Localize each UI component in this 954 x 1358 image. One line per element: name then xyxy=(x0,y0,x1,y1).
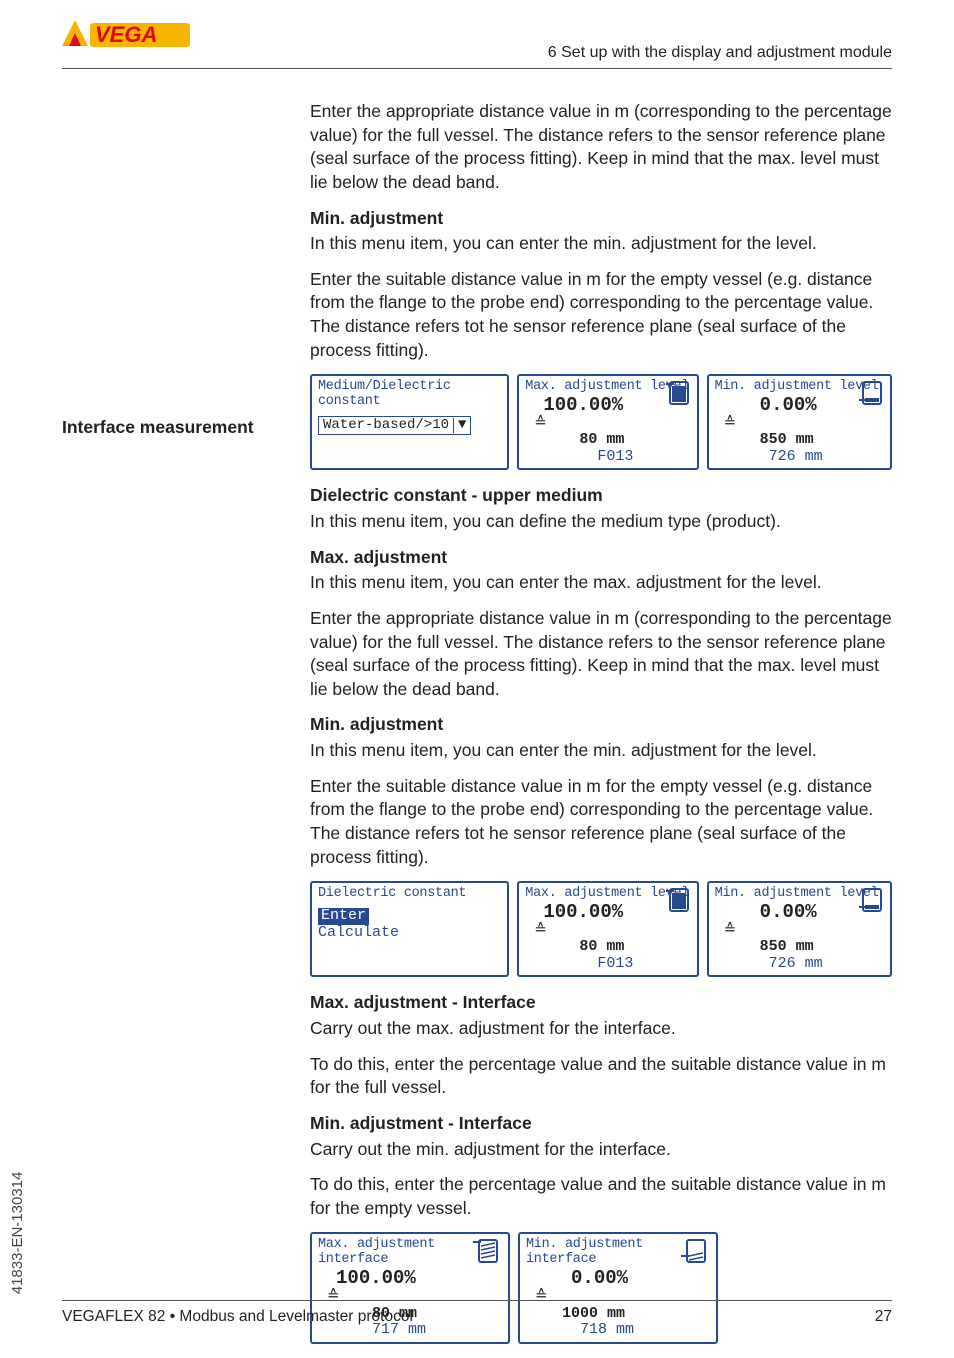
combo-medium[interactable]: Water-based/>10 ▼ xyxy=(318,416,471,435)
lcd-row-a: Medium/Dielectric constant Water-based/>… xyxy=(310,374,892,470)
document-id-vertical: 41833-EN-130314 xyxy=(8,1171,28,1294)
tank-interface-icon xyxy=(681,1236,711,1266)
lcd-alt: 726 mm xyxy=(769,448,823,465)
tank-icon xyxy=(859,885,885,915)
heading-max-interface: Max. adjustment - Interface xyxy=(310,991,892,1015)
lcd-max-level-a: Max. adjustment level 100.00% ≙ 80 mm F0… xyxy=(517,374,698,470)
text-maxif-2: To do this, enter the percentage value a… xyxy=(310,1053,892,1100)
lcd-dielectric-a: Medium/Dielectric constant Water-based/>… xyxy=(310,374,509,470)
footer-page-number: 27 xyxy=(875,1307,892,1328)
chevron-down-icon: ▼ xyxy=(453,418,466,433)
header-section-title: 6 Set up with the display and adjustment… xyxy=(548,42,892,64)
text-minif-1: Carry out the min. adjustment for the in… xyxy=(310,1138,892,1162)
text-maxif-1: Carry out the max. adjustment for the in… xyxy=(310,1017,892,1041)
text-max-b-1: In this menu item, you can enter the max… xyxy=(310,571,892,595)
lcd-max-level-b: Max. adjustment level 100.00% ≙ 80 mm F0… xyxy=(517,881,698,977)
brand-logo: VEGA xyxy=(62,20,192,69)
lcd-title: Medium/Dielectric constant xyxy=(318,380,501,410)
lcd-percent: 100.00% xyxy=(543,902,623,923)
text-min-b-1: In this menu item, you can enter the min… xyxy=(310,739,892,763)
text-dk: In this menu item, you can define the me… xyxy=(310,510,892,534)
tank-interface-icon xyxy=(473,1236,503,1266)
lcd-mm: 850 mm xyxy=(760,938,814,955)
margin-label-interface: Interface measurement xyxy=(62,416,292,440)
tank-icon xyxy=(666,378,692,408)
header-rule xyxy=(62,68,892,69)
heading-min-adjustment-a: Min. adjustment xyxy=(310,207,892,231)
lcd-code: F013 xyxy=(597,955,633,972)
svg-text:VEGA: VEGA xyxy=(95,22,157,47)
lcd-mm: 80 mm xyxy=(579,938,624,955)
page-footer: VEGAFLEX 82 • Modbus and Levelmaster pro… xyxy=(62,1300,892,1328)
lcd-alt: 726 mm xyxy=(769,955,823,972)
lcd-percent: 100.00% xyxy=(543,395,623,416)
lcd-min-level-b: Min. adjustment level 0.00% ≙ 850 mm 726… xyxy=(707,881,892,977)
lcd-title: Dielectric constant xyxy=(318,887,501,902)
text-min-a-2: Enter the suitable distance value in m f… xyxy=(310,268,892,363)
lcd-row-b: Dielectric constant Enter Calculate Max.… xyxy=(310,881,892,977)
lcd-dielectric-b: Dielectric constant Enter Calculate xyxy=(310,881,509,977)
tank-icon xyxy=(859,378,885,408)
heading-dk-constant: Dielectric constant - upper medium xyxy=(310,484,892,508)
combo-value: Water-based/>10 xyxy=(323,417,449,433)
lcd-percent: 0.00% xyxy=(760,902,817,923)
footer-left: VEGAFLEX 82 • Modbus and Levelmaster pro… xyxy=(62,1307,413,1328)
heading-max-adjustment-b: Max. adjustment xyxy=(310,546,892,570)
lcd-percent: 100.00% xyxy=(336,1268,416,1289)
lcd-percent: 0.00% xyxy=(760,395,817,416)
lcd-code: F013 xyxy=(597,448,633,465)
heading-min-adjustment-b: Min. adjustment xyxy=(310,713,892,737)
lcd-mm: 80 mm xyxy=(579,431,624,448)
text-max-b-2: Enter the appropriate distance value in … xyxy=(310,607,892,702)
option-calculate[interactable]: Calculate xyxy=(318,925,501,942)
lcd-mm: 850 mm xyxy=(760,431,814,448)
text-min-b-2: Enter the suitable distance value in m f… xyxy=(310,775,892,870)
lcd-percent: 0.00% xyxy=(571,1268,628,1289)
option-enter[interactable]: Enter xyxy=(318,908,369,925)
tank-icon xyxy=(666,885,692,915)
text-min-a-1: In this menu item, you can enter the min… xyxy=(310,232,892,256)
text-minif-2: To do this, enter the percentage value a… xyxy=(310,1173,892,1220)
lcd-min-level-a: Min. adjustment level 0.00% ≙ 850 mm 726… xyxy=(707,374,892,470)
intro-paragraph: Enter the appropriate distance value in … xyxy=(310,100,892,195)
heading-min-interface: Min. adjustment - Interface xyxy=(310,1112,892,1136)
